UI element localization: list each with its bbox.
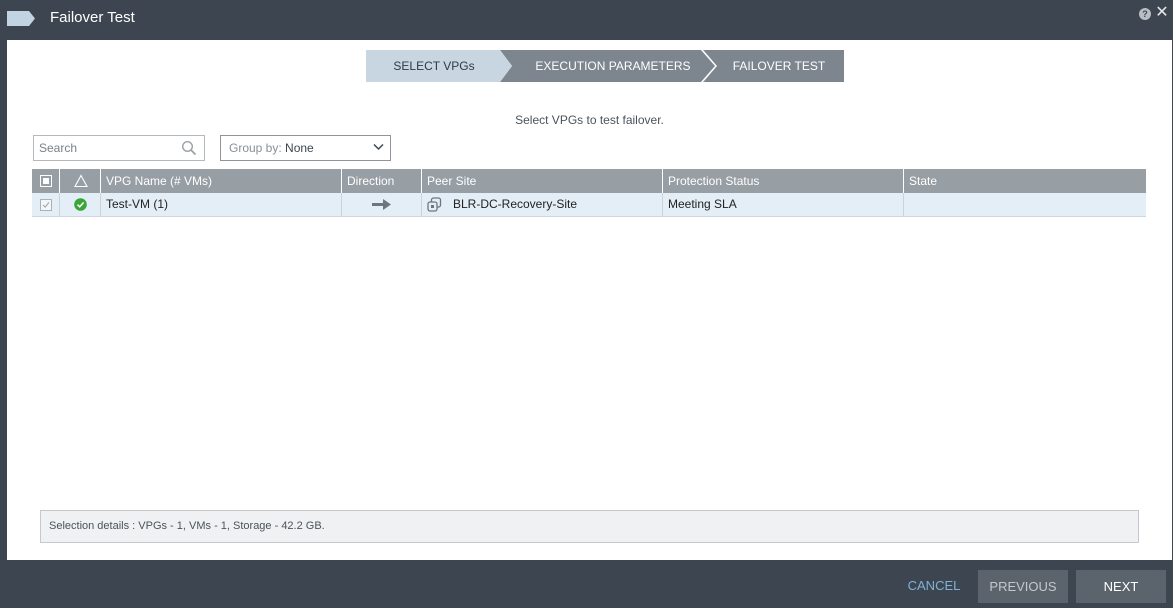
vpg-grid: VPG Name (# VMs) Direction Peer Site Pro… — [32, 169, 1146, 217]
close-icon[interactable]: ✕ — [1155, 4, 1169, 22]
row-select-cell — [32, 193, 60, 217]
selection-details: Selection details : VPGs - 1, VMs - 1, S… — [40, 510, 1139, 543]
site-link-icon — [427, 197, 442, 212]
table-row[interactable]: Test-VM (1) BLR-DC-Recovery-Site Meeting… — [32, 193, 1146, 217]
window-title: Failover Test — [50, 9, 135, 26]
row-peer-site: BLR-DC-Recovery-Site — [422, 193, 663, 217]
chevron-down-icon — [373, 143, 384, 151]
header-direction[interactable]: Direction — [342, 169, 422, 193]
group-by-value: None — [285, 141, 314, 155]
help-icon[interactable]: ? — [1139, 8, 1151, 20]
previous-button[interactable]: PREVIOUS — [978, 570, 1068, 603]
header-protection-status[interactable]: Protection Status — [663, 169, 904, 193]
instruction-text: Select VPGs to test failover. — [515, 113, 664, 127]
step-execution-parameters[interactable]: EXECUTION PARAMETERS — [500, 50, 716, 82]
cancel-button[interactable]: CANCEL — [904, 570, 964, 602]
title-bar: Failover Test ? ✕ — [0, 0, 1173, 40]
row-direction — [342, 193, 422, 217]
next-button[interactable]: NEXT — [1076, 570, 1166, 603]
header-peer-site[interactable]: Peer Site — [422, 169, 663, 193]
search-box — [33, 135, 205, 161]
row-protection-status: Meeting SLA — [663, 193, 904, 217]
header-alert — [60, 169, 101, 193]
arrow-right-icon — [372, 199, 391, 210]
row-state — [904, 193, 1146, 217]
grid-header: VPG Name (# VMs) Direction Peer Site Pro… — [32, 169, 1146, 193]
group-by-select[interactable]: Group by: None — [220, 135, 391, 161]
tag-icon — [7, 11, 35, 26]
header-vpg-name[interactable]: VPG Name (# VMs) — [101, 169, 342, 193]
row-status-cell — [60, 193, 101, 217]
search-input[interactable] — [39, 137, 179, 159]
search-icon[interactable] — [181, 140, 197, 156]
header-state[interactable]: State — [904, 169, 1146, 193]
group-by-label: Group by: — [229, 141, 282, 155]
wizard-steps: SELECT VPGs EXECUTION PARAMETERS FAILOVE… — [366, 50, 844, 82]
wizard-content: SELECT VPGs EXECUTION PARAMETERS FAILOVE… — [7, 40, 1172, 560]
step-select-vpgs[interactable]: SELECT VPGs — [366, 50, 512, 82]
header-select-all — [32, 169, 60, 193]
row-vpg-name: Test-VM (1) — [101, 193, 342, 217]
alert-triangle-icon — [74, 174, 88, 188]
row-checkbox[interactable] — [40, 199, 52, 211]
peer-site-name: BLR-DC-Recovery-Site — [453, 197, 578, 211]
select-all-checkbox[interactable] — [40, 175, 52, 187]
step-failover-test[interactable]: FAILOVER TEST — [704, 50, 844, 82]
check-circle-icon — [74, 198, 87, 211]
